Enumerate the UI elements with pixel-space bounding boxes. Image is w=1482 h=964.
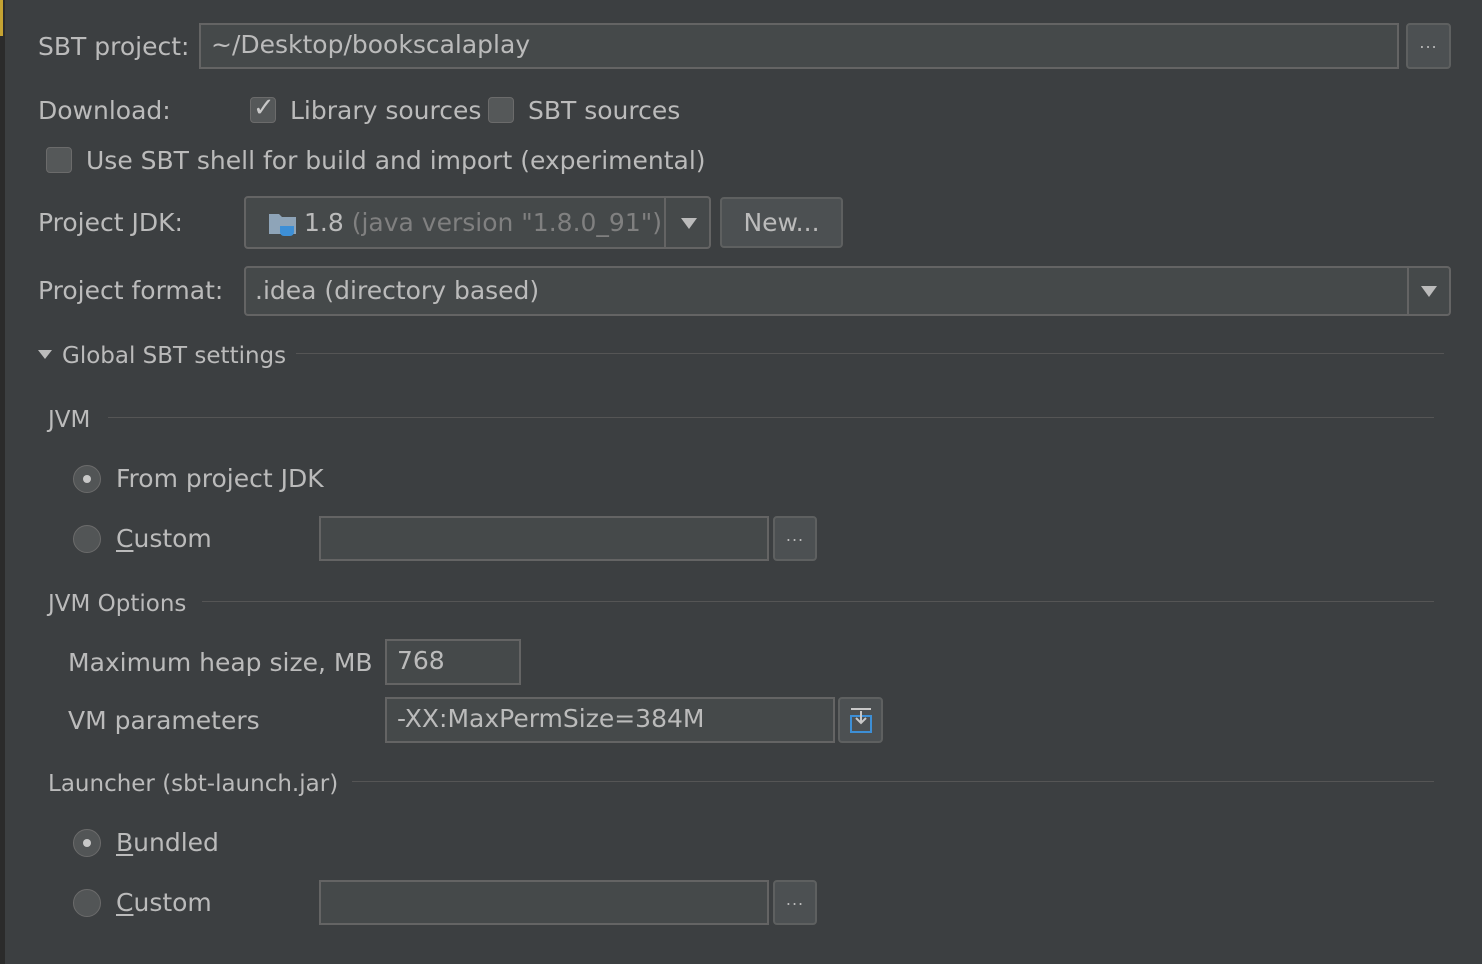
global-sbt-settings-title[interactable]: Global SBT settings [62,341,286,371]
jdk-version: 1.8 [304,208,344,237]
jvm-custom-path-field[interactable] [319,516,769,561]
jdk-folder-icon [269,214,296,236]
launcher-group-title: Launcher (sbt-launch.jar) [48,771,339,797]
from-project-jdk-label[interactable]: From project JDK [116,464,324,494]
left-edge-marker [0,0,3,36]
launcher-custom-browse-button[interactable]: ... [773,880,817,925]
project-format-value: .idea (directory based) [255,276,540,305]
jvm-custom-radio[interactable] [73,525,101,553]
left-edge-strip [0,0,5,964]
library-sources-label[interactable]: Library sources [290,96,481,126]
project-jdk-label: Project JDK: [38,208,183,237]
vm-parameters-label: VM parameters [68,706,260,735]
jdk-version-detail: (java version "1.8.0_91") [351,208,662,237]
radio-selected-dot [83,475,91,483]
radio-selected-dot [83,839,91,847]
max-heap-label: Maximum heap size, MB [68,648,373,677]
sbt-sources-checkbox[interactable] [488,97,514,123]
launcher-custom-label[interactable]: Custom [116,888,212,918]
chevron-down-icon[interactable] [1421,286,1437,297]
combo-divider [1407,268,1409,314]
new-jdk-button[interactable]: New... [720,197,843,248]
project-format-combobox[interactable]: .idea (directory based) [244,266,1451,316]
jvm-separator [108,417,1434,418]
chevron-down-icon[interactable] [681,218,697,229]
sbt-sources-label[interactable]: SBT sources [528,96,680,126]
collapse-triangle-icon[interactable] [38,350,52,359]
sbt-project-label: SBT project: [38,32,190,61]
launcher-separator [352,781,1434,782]
use-sbt-shell-checkbox[interactable] [46,147,72,173]
global-settings-separator [296,353,1444,354]
from-project-jdk-radio[interactable] [73,465,101,493]
project-format-label: Project format: [38,276,224,305]
combo-divider [664,198,666,247]
sbt-project-path-field[interactable]: ~/Desktop/bookscalaplay [199,23,1399,69]
jvm-custom-browse-button[interactable]: ... [773,516,817,561]
launcher-custom-path-field[interactable] [319,880,769,925]
sbt-project-browse-button[interactable]: ... [1406,23,1451,69]
jvm-group-title: JVM [48,407,91,433]
expand-field-icon [850,708,872,733]
jdk-version-text: 1.8 (java version "1.8.0_91") [304,208,662,238]
expand-vm-parameters-button[interactable] [838,697,883,743]
launcher-custom-radio[interactable] [73,889,101,917]
launcher-bundled-radio[interactable] [73,829,101,857]
checkmark-icon: ✓ [253,93,275,123]
launcher-bundled-label[interactable]: Bundled [116,828,219,858]
use-sbt-shell-label[interactable]: Use SBT shell for build and import (expe… [86,146,706,176]
download-label: Download: [38,96,171,125]
max-heap-input[interactable]: 768 [385,639,521,685]
project-jdk-combobox[interactable]: 1.8 (java version "1.8.0_91") [244,196,711,249]
jvm-custom-label[interactable]: Custom [116,524,212,554]
vm-parameters-input[interactable]: -XX:MaxPermSize=384M [385,697,835,743]
jvm-options-separator [202,601,1434,602]
library-sources-checkbox[interactable]: ✓ [250,93,276,123]
jvm-options-title: JVM Options [48,591,187,617]
